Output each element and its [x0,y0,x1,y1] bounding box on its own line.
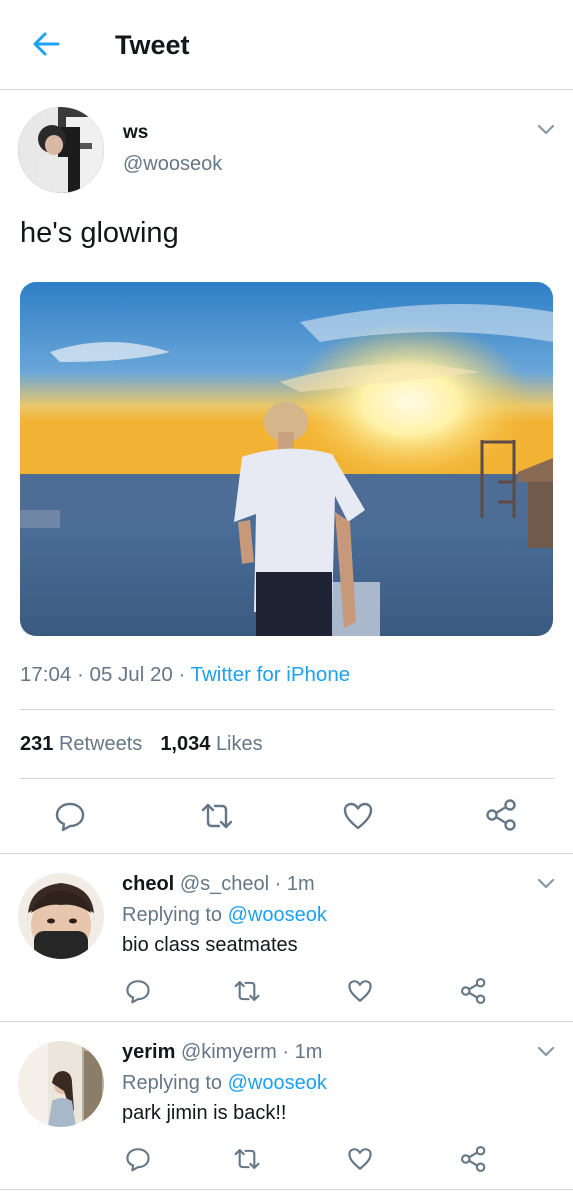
page-title: Tweet [115,30,190,60]
tweet-stats: 231 Retweets 1,034 Likes [20,733,263,756]
mention-link[interactable]: @wooseok [228,1072,327,1094]
likes-label: Likes [215,733,263,755]
separator-dot: · [77,663,84,686]
reply-avatar[interactable] [18,1041,104,1127]
share-icon[interactable] [485,798,519,832]
reply-author-name[interactable]: yerim [122,1041,175,1063]
chevron-down-icon[interactable] [536,1045,556,1059]
chevron-down-icon[interactable] [536,877,556,891]
tweet-time: 17:04 [20,663,72,686]
tweet-text: he's glowing [20,217,179,249]
tweet-date: 05 Jul 20 [89,663,173,686]
reply-avatar[interactable] [18,873,104,959]
arrow-left-icon[interactable] [30,28,62,60]
divider [0,1021,573,1022]
reply-author-name[interactable]: cheol [122,873,174,895]
replying-to: Replying to @wooseok [122,1072,327,1095]
replying-to: Replying to @wooseok [122,904,327,927]
likes-count: 1,034 [160,733,211,755]
author-handle[interactable]: @wooseok [123,153,222,176]
tweet-metadata: 17:04 · 05 Jul 20 · Twitter for iPhone [20,663,350,687]
divider [20,778,554,779]
tweet-photo[interactable] [20,282,553,636]
chevron-down-icon[interactable] [536,123,556,137]
reply-text: park jimin is back!! [122,1102,287,1124]
retweets-stat[interactable]: 231 Retweets [20,733,142,755]
divider [0,1189,573,1190]
retweet-icon[interactable] [232,1146,262,1172]
share-icon[interactable] [460,1145,488,1173]
heart-icon[interactable] [342,800,374,832]
reply-author-handle[interactable]: @kimyerm [181,1041,277,1063]
reply-icon[interactable] [125,1146,151,1172]
reply-time: · 1m [282,1041,323,1063]
reply-text: bio class seatmates [122,934,298,956]
share-icon[interactable] [460,977,488,1005]
likes-stat[interactable]: 1,034 Likes [160,733,262,755]
replying-to-label: Replying to [122,1072,223,1094]
reply-author-handle[interactable]: @s_cheol [180,873,269,895]
reply-icon[interactable] [54,800,86,832]
reply-icon[interactable] [125,978,151,1004]
heart-icon[interactable] [347,1146,373,1172]
reply-header: cheol @s_cheol · 1m [122,873,315,896]
mention-link[interactable]: @wooseok [228,904,327,926]
divider [0,853,573,854]
replying-to-label: Replying to [122,904,223,926]
author-name[interactable]: ws [123,122,148,144]
divider [20,709,554,710]
top-bar: Tweet [0,0,573,90]
reply-time: · 1m [274,873,315,895]
author-avatar[interactable] [18,107,104,193]
heart-icon[interactable] [347,978,373,1004]
reply-header: yerim @kimyerm · 1m [122,1041,322,1064]
retweet-icon[interactable] [232,978,262,1004]
separator-dot: · [178,663,186,686]
retweets-label: Retweets [58,733,143,755]
retweet-icon[interactable] [199,800,235,832]
retweets-count: 231 [20,733,54,755]
tweet-source-link[interactable]: Twitter for iPhone [191,663,351,686]
